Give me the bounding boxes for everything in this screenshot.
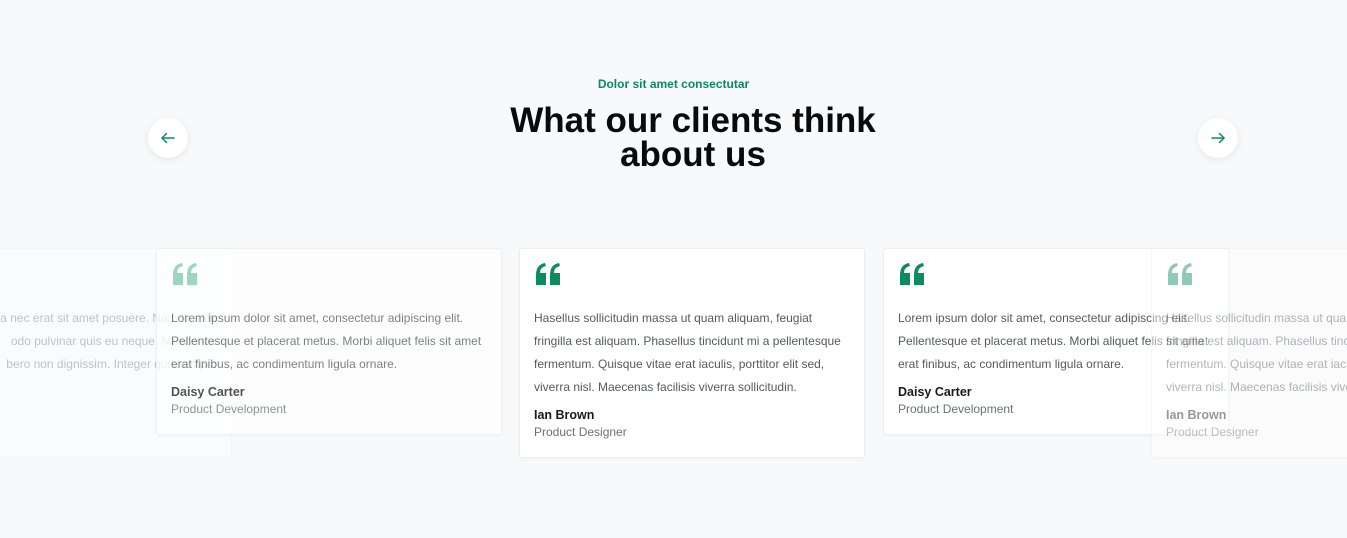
quote-icon — [1168, 263, 1192, 285]
arrow-left-icon — [161, 132, 175, 144]
testimonial-text: Hasellus sollicitudin massa ut quam aliq… — [1166, 311, 1347, 394]
testimonial-text: Hasellus sollicitudin massa ut quam aliq… — [534, 311, 841, 394]
quote-icon — [536, 263, 560, 285]
author-name: Daisy Carter — [171, 385, 245, 399]
testimonial-card: Lorem ipsum dolor sit amet, consectetur … — [156, 248, 502, 435]
prev-button[interactable] — [148, 118, 188, 158]
section-title: What our clients think about us — [510, 101, 876, 174]
testimonial-text: Lorem ipsum dolor sit amet, consectetur … — [171, 311, 482, 371]
arrow-right-icon — [1211, 132, 1225, 144]
quote-icon — [900, 263, 924, 285]
author-name: Ian Brown — [534, 408, 595, 422]
section-eyebrow: Dolor sit amet consectutar — [597, 77, 750, 91]
testimonial-card-active: Hasellus sollicitudin massa ut quam aliq… — [519, 248, 865, 458]
author-role: Product Designer — [1166, 425, 1259, 439]
quote-icon — [173, 263, 197, 285]
author-name: Ian Brown — [1166, 408, 1227, 422]
author-role: Product Designer — [534, 425, 627, 439]
testimonial-card: Hasellus sollicitudin massa ut quam aliq… — [1151, 248, 1347, 458]
next-button[interactable] — [1198, 118, 1238, 158]
author-role: Product Development — [171, 402, 287, 416]
